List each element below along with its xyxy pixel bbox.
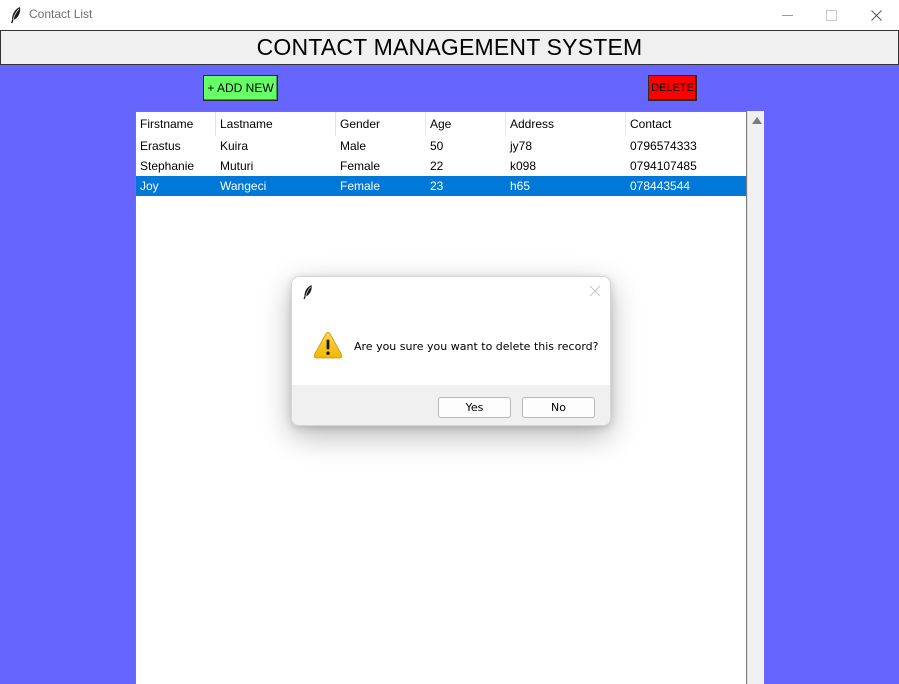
table-scrollbar[interactable] [747, 111, 764, 684]
feather-icon [11, 7, 21, 23]
warning-icon [313, 332, 343, 359]
maximize-button[interactable] [808, 0, 854, 30]
cell-firstname: Joy [140, 179, 159, 193]
table-header: Firstname Lastname Gender Age Address Co… [136, 112, 746, 136]
table-row[interactable]: Erastus Kuira Male 50 jy78 0796574333 [136, 136, 746, 156]
cell-contact: 078443544 [630, 179, 691, 193]
page-title: CONTACT MANAGEMENT SYSTEM [256, 34, 643, 60]
table-row-selected[interactable]: Joy Wangeci Female 23 h65 078443544 [136, 176, 746, 196]
yes-button[interactable]: Yes [438, 397, 511, 418]
minimize-button[interactable] [764, 0, 810, 30]
add-new-button[interactable]: + ADD NEW [203, 75, 278, 101]
column-header-address[interactable]: Address [506, 112, 626, 136]
minimize-icon [781, 14, 793, 16]
dialog-message: Are you sure you want to delete this rec… [354, 340, 599, 353]
window-title: Contact List [29, 7, 93, 21]
close-icon[interactable] [589, 285, 601, 297]
table-row[interactable]: Stephanie Muturi Female 22 k098 07941074… [136, 156, 746, 176]
cell-gender: Female [340, 159, 381, 173]
close-icon [870, 9, 882, 21]
column-header-lastname[interactable]: Lastname [216, 112, 336, 136]
maximize-icon [825, 9, 837, 21]
no-button[interactable]: No [522, 397, 595, 418]
cell-lastname: Wangeci [220, 179, 267, 193]
cell-address: jy78 [510, 139, 533, 153]
cell-lastname: Muturi [220, 159, 254, 173]
header-banner: CONTACT MANAGEMENT SYSTEM [0, 30, 899, 65]
cell-gender: Female [340, 179, 381, 193]
delete-button[interactable]: DELETE [648, 75, 697, 101]
cell-address: h65 [510, 179, 531, 193]
cell-gender: Male [340, 139, 367, 153]
close-button[interactable] [853, 0, 899, 30]
column-header-gender[interactable]: Gender [336, 112, 426, 136]
cell-age: 23 [430, 179, 444, 193]
cell-firstname: Erastus [140, 139, 181, 153]
feather-icon [303, 285, 312, 299]
column-header-contact[interactable]: Contact [626, 112, 746, 136]
scroll-up-icon[interactable] [752, 117, 762, 124]
cell-contact: 0794107485 [630, 159, 697, 173]
cell-contact: 0796574333 [630, 139, 697, 153]
cell-address: k098 [510, 159, 537, 173]
window-titlebar: Contact List [0, 0, 899, 30]
cell-lastname: Kuira [220, 139, 249, 153]
column-header-age[interactable]: Age [426, 112, 506, 136]
confirm-delete-dialog: Are you sure you want to delete this rec… [291, 276, 611, 426]
cell-age: 22 [430, 159, 444, 173]
dialog-footer: Yes No [292, 385, 610, 425]
cell-firstname: Stephanie [140, 159, 195, 173]
cell-age: 50 [430, 139, 444, 153]
column-header-firstname[interactable]: Firstname [136, 112, 216, 136]
